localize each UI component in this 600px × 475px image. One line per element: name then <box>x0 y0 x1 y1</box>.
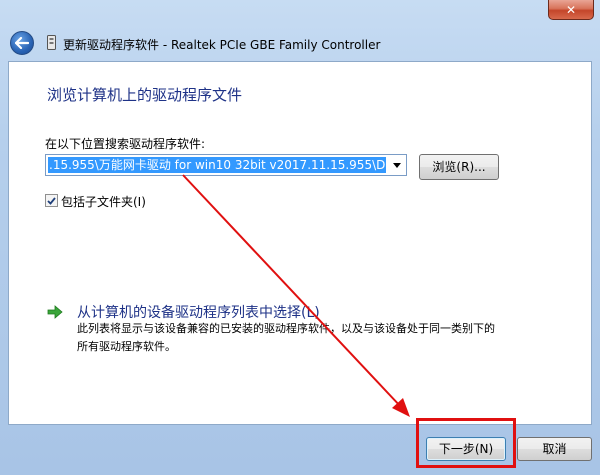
close-button[interactable]: ✕ <box>548 0 594 20</box>
pick-from-list-text[interactable]: 从计算机的设备驱动程序列表中选择(L) <box>77 302 320 322</box>
title-bar: 更新驱动程序软件 - Realtek PCIe GBE Family Contr… <box>0 28 600 60</box>
checkmark-icon <box>47 196 56 205</box>
page-title: 浏览计算机上的驱动程序文件 <box>47 86 243 104</box>
path-combo[interactable]: .15.955\万能网卡驱动 for win10 32bit v2017.11.… <box>45 154 407 176</box>
annotation-highlight-box <box>416 418 516 468</box>
browse-button[interactable]: 浏览(R)... <box>419 154 499 180</box>
include-subfolders-checkbox[interactable] <box>45 194 58 207</box>
cancel-button[interactable]: 取消 <box>517 437 592 461</box>
wizard-content: 浏览计算机上的驱动程序文件 在以下位置搜索驱动程序软件: .15.955\万能网… <box>8 61 592 425</box>
green-arrow-icon <box>47 305 63 319</box>
back-button[interactable] <box>10 31 34 55</box>
pick-from-list-description: 此列表将显示与该设备兼容的已安装的驱动程序软件，以及与该设备处于同一类别下的所有… <box>77 322 495 353</box>
chevron-down-icon <box>393 162 401 168</box>
path-label: 在以下位置搜索驱动程序软件: <box>45 137 206 151</box>
window-frame: ✕ 更新驱动程序软件 - Realtek PCIe GBE Family Con… <box>0 0 600 475</box>
combo-dropdown-button[interactable] <box>388 155 406 175</box>
back-arrow-icon <box>15 37 29 49</box>
window-title: 更新驱动程序软件 - Realtek PCIe GBE Family Contr… <box>63 38 381 52</box>
device-icon <box>47 35 56 50</box>
close-icon: ✕ <box>565 2 577 17</box>
path-input[interactable]: .15.955\万能网卡驱动 for win10 32bit v2017.11.… <box>48 157 386 173</box>
include-subfolders-label: 包括子文件夹(I) <box>61 195 146 209</box>
